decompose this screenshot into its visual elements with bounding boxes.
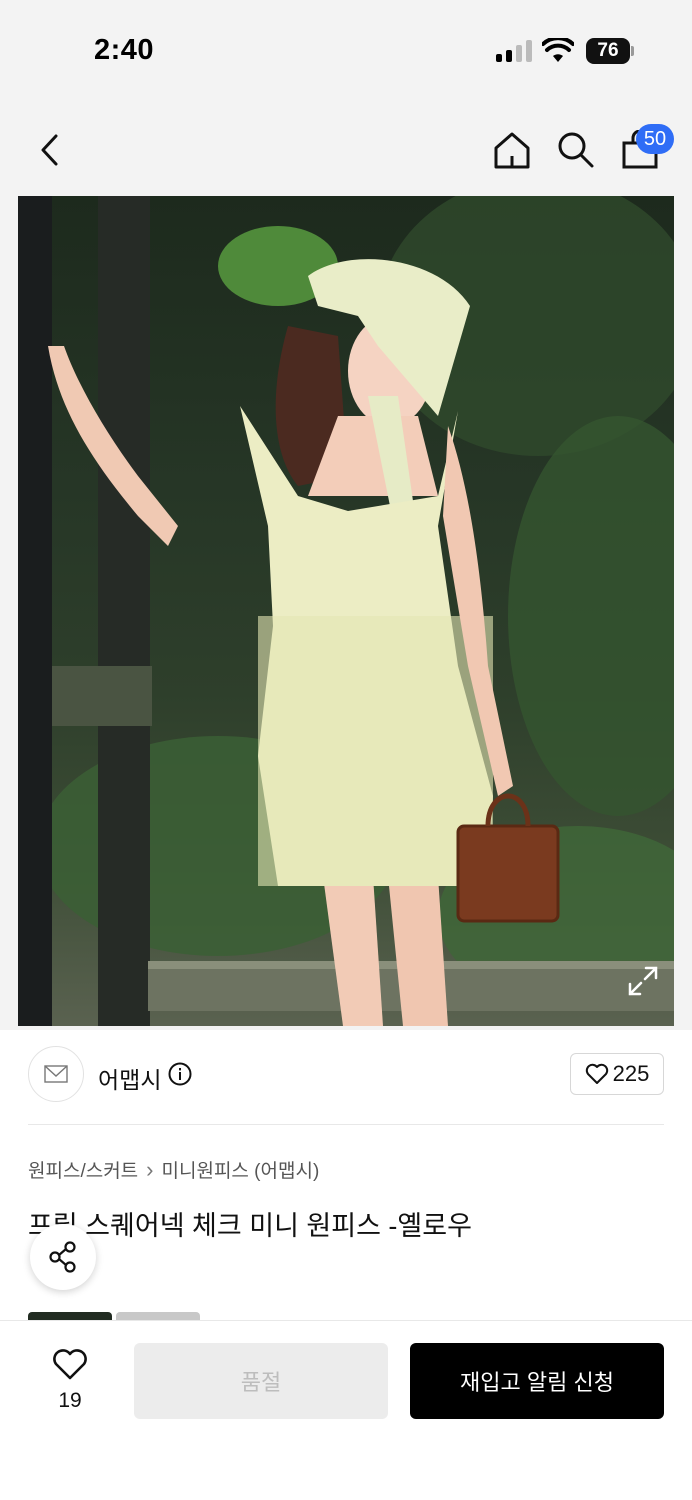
- wishlist-count: 19: [58, 1389, 82, 1412]
- wishlist-button[interactable]: 19: [36, 1343, 104, 1423]
- wifi-icon: [541, 36, 575, 64]
- shop-name[interactable]: 어맵시: [98, 1061, 161, 1095]
- shop-like-count: 225: [612, 1061, 650, 1086]
- header: [0, 110, 692, 190]
- back-button[interactable]: [24, 124, 76, 176]
- battery-cap: [631, 46, 634, 56]
- expand-icon: [628, 966, 658, 996]
- chevron-left-icon: [41, 134, 58, 166]
- shop-logo[interactable]: [28, 1046, 84, 1102]
- signal-icon: [496, 40, 532, 62]
- battery-indicator: 76: [586, 38, 630, 64]
- divider: [28, 1124, 664, 1125]
- home-icon: [494, 132, 530, 169]
- product-photo: [18, 196, 674, 1026]
- envelope-logo-icon: [44, 1065, 68, 1083]
- search-icon: [558, 132, 594, 168]
- status-time: 2:40: [94, 34, 155, 66]
- heart-icon: [53, 1349, 87, 1380]
- breadcrumb-subcategory[interactable]: 미니원피스 (어맵시): [162, 1156, 320, 1183]
- breadcrumb-category[interactable]: 원피스/스커트: [28, 1156, 138, 1183]
- status-bar: 2:40 76: [0, 0, 692, 100]
- share-icon: [49, 1241, 76, 1273]
- cart-count-badge: 50: [636, 124, 674, 154]
- restock-alert-button[interactable]: 재입고 알림 신청: [410, 1343, 664, 1419]
- product-image[interactable]: [18, 196, 674, 1026]
- soldout-button[interactable]: 품절: [134, 1343, 388, 1419]
- breadcrumb: 원피스/스커트 › 미니원피스 (어맵시): [28, 1156, 319, 1183]
- share-button[interactable]: [30, 1224, 96, 1290]
- heart-icon: [585, 1063, 608, 1084]
- home-button[interactable]: [486, 124, 538, 176]
- battery-level: 76: [597, 40, 619, 61]
- shop-like-button[interactable]: 225: [570, 1053, 664, 1095]
- info-icon[interactable]: [168, 1062, 192, 1086]
- shop-row: 어맵시 225: [28, 1046, 664, 1106]
- bottom-action-bar: 19 품절 재입고 알림 신청: [0, 1320, 692, 1500]
- search-button[interactable]: [550, 124, 602, 176]
- expand-image-button[interactable]: [626, 964, 660, 998]
- product-title: 프릴 스퀘어넥 체크 미니 원피스 -옐로우: [28, 1211, 472, 1241]
- chevron-right-icon: ›: [146, 1156, 154, 1182]
